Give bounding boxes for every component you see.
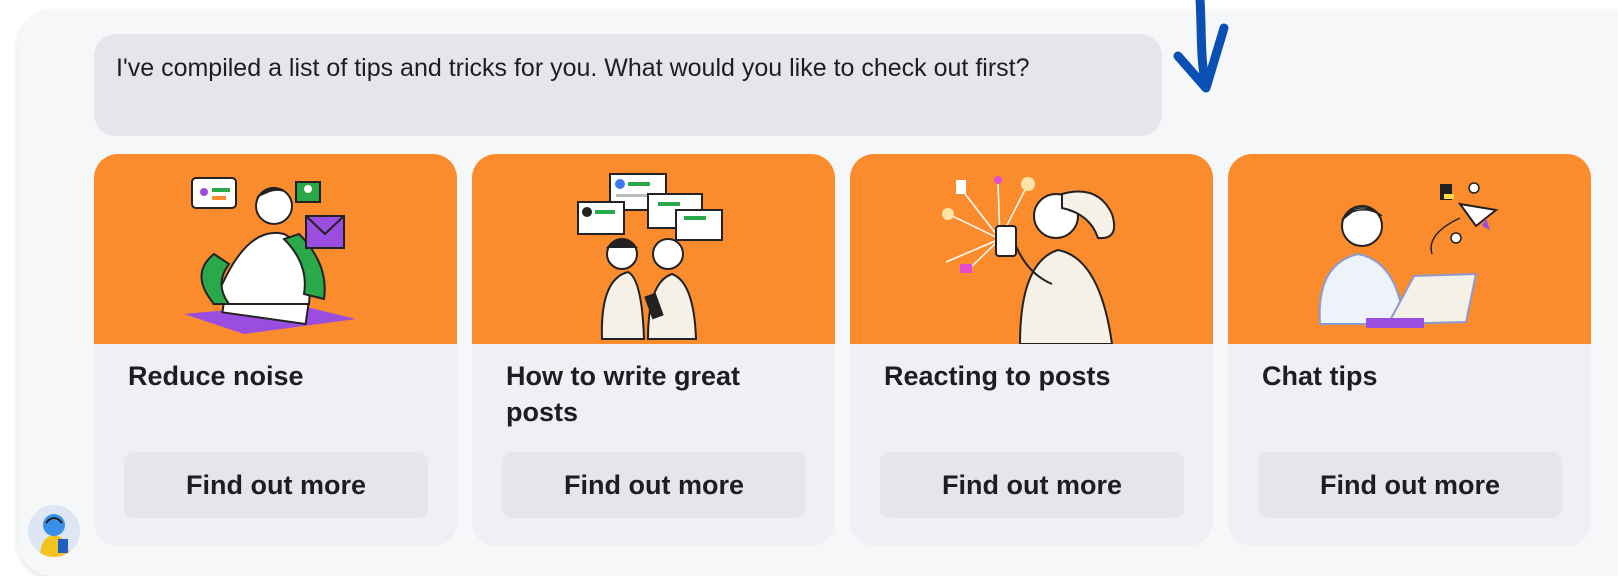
tip-card-chat-tips: Chat tips Find out more bbox=[1228, 154, 1591, 546]
card-illustration bbox=[94, 154, 457, 344]
two-people-posts-illustration bbox=[577, 173, 723, 340]
person-writing-illustration bbox=[184, 177, 356, 334]
person-with-laptop-illustration bbox=[1318, 182, 1499, 328]
card-illustration bbox=[1228, 154, 1591, 344]
find-out-more-button[interactable]: Find out more bbox=[1258, 452, 1562, 518]
person-with-phone-illustration bbox=[942, 176, 1116, 344]
assistant-avatar-icon bbox=[28, 505, 80, 557]
assistant-message-bubble: I've compiled a list of tips and tricks … bbox=[94, 34, 1162, 136]
card-title: Reacting to posts bbox=[884, 361, 1111, 391]
assistant-message-text: I've compiled a list of tips and tricks … bbox=[116, 54, 1030, 82]
find-out-more-button[interactable]: Find out more bbox=[502, 452, 806, 518]
find-out-more-button[interactable]: Find out more bbox=[880, 452, 1184, 518]
card-title: Reduce noise bbox=[128, 361, 304, 391]
arrow-down-icon bbox=[1173, 0, 1229, 93]
find-out-more-button[interactable]: Find out more bbox=[124, 452, 428, 518]
card-illustration bbox=[850, 154, 1213, 344]
card-title: How to write great posts bbox=[506, 361, 741, 427]
card-illustration bbox=[472, 154, 835, 344]
tip-card-reduce-noise: Reduce noise Find out more bbox=[94, 154, 457, 546]
card-title: Chat tips bbox=[1262, 361, 1378, 391]
tip-card-reacting: Reacting to posts Find out more bbox=[850, 154, 1213, 546]
tip-card-write-posts: How to write great posts Find out more bbox=[472, 154, 835, 546]
